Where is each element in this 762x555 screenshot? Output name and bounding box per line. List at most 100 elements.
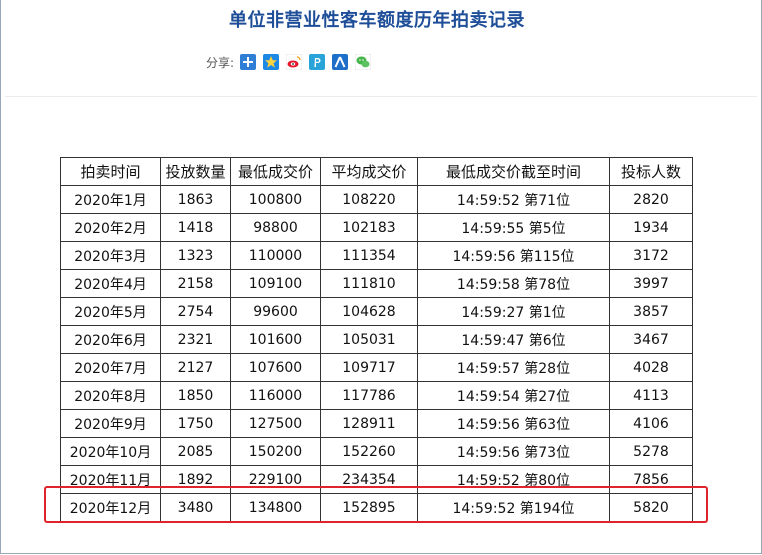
- table-cell: 1850: [160, 381, 231, 410]
- share-bar: 分享:: [206, 52, 378, 72]
- table-cell: 14:59:54 第27位: [417, 381, 610, 410]
- table-cell: 3480: [160, 493, 231, 522]
- table-cell: 3467: [609, 325, 693, 354]
- table-cell: 2158: [160, 269, 231, 298]
- table-cell: 110000: [230, 241, 321, 270]
- table-cell: 99600: [230, 297, 321, 326]
- table-cell: 2020年10月: [60, 437, 161, 466]
- pinterest-icon[interactable]: [309, 54, 326, 70]
- table-cell: 1892: [160, 465, 231, 494]
- table-cell: 2020年12月: [60, 493, 161, 522]
- header-divider: [5, 96, 757, 97]
- table-cell: 229100: [230, 465, 321, 494]
- column-header: 拍卖时间: [60, 157, 161, 186]
- table-cell: 111354: [320, 241, 418, 270]
- column-header: 最低成交价截至时间: [417, 157, 610, 186]
- table-cell: 109100: [230, 269, 321, 298]
- table-cell: 14:59:58 第78位: [417, 269, 610, 298]
- table-row: 2020年5月 2754 99600 104628 14:59:27 第1位 3…: [60, 297, 693, 326]
- page-frame: 单位非营业性客车额度历年拍卖记录 分享: 拍卖时间 投放数量 最低成交价 平均成…: [0, 0, 762, 554]
- table-cell: 117786: [320, 381, 418, 410]
- table-cell: 2020年5月: [60, 297, 161, 326]
- table-cell: 14:59:56 第63位: [417, 409, 610, 438]
- column-header: 投放数量: [160, 157, 231, 186]
- table-row: 2020年10月 2085 150200 152260 14:59:56 第73…: [60, 437, 693, 466]
- table-cell: 152895: [320, 493, 418, 522]
- wechat-icon[interactable]: [355, 54, 372, 70]
- table-row: 2020年3月 1323 110000 111354 14:59:56 第115…: [60, 241, 693, 270]
- table-cell: 1750: [160, 409, 231, 438]
- table-row: 2020年8月 1850 116000 117786 14:59:54 第27位…: [60, 381, 693, 410]
- table-row: 2020年9月 1750 127500 128911 14:59:56 第63位…: [60, 409, 693, 438]
- table-cell: 2020年8月: [60, 381, 161, 410]
- table-row: 2020年7月 2127 107600 109717 14:59:57 第28位…: [60, 353, 693, 382]
- column-header: 最低成交价: [230, 157, 321, 186]
- table-cell: 2020年7月: [60, 353, 161, 382]
- table-cell: 14:59:47 第6位: [417, 325, 610, 354]
- table-cell: 14:59:56 第115位: [417, 241, 610, 270]
- table-cell: 2020年11月: [60, 465, 161, 494]
- table-row: 2020年1月 1863 100800 108220 14:59:52 第71位…: [60, 185, 693, 214]
- table-cell: 3997: [609, 269, 693, 298]
- table-cell: 2020年4月: [60, 269, 161, 298]
- table-cell: 101600: [230, 325, 321, 354]
- table-cell: 2820: [609, 185, 693, 214]
- auction-table: 拍卖时间 投放数量 最低成交价 平均成交价 最低成交价截至时间 投标人数 202…: [60, 157, 693, 522]
- table-cell: 1323: [160, 241, 231, 270]
- table-cell: 116000: [230, 381, 321, 410]
- table-cell: 14:59:52 第71位: [417, 185, 610, 214]
- table-cell: 2754: [160, 297, 231, 326]
- column-header: 平均成交价: [320, 157, 418, 186]
- table-cell: 7856: [609, 465, 693, 494]
- table-cell: 3172: [609, 241, 693, 270]
- table-cell: 4106: [609, 409, 693, 438]
- table-cell: 128911: [320, 409, 418, 438]
- table-row: 2020年6月 2321 101600 105031 14:59:47 第6位 …: [60, 325, 693, 354]
- table-cell: 109717: [320, 353, 418, 382]
- table-cell: 14:59:52 第80位: [417, 465, 610, 494]
- table-cell: 1418: [160, 213, 231, 242]
- table-cell: 14:59:55 第5位: [417, 213, 610, 242]
- table-row-highlighted: 2020年12月 3480 134800 152895 14:59:52 第19…: [60, 493, 693, 522]
- table-cell: 4113: [609, 381, 693, 410]
- column-header: 投标人数: [609, 157, 693, 186]
- renren-icon[interactable]: [332, 54, 349, 70]
- table-cell: 152260: [320, 437, 418, 466]
- table-cell: 111810: [320, 269, 418, 298]
- table-cell: 2127: [160, 353, 231, 382]
- table-row: 2020年11月 1892 229100 234354 14:59:52 第80…: [60, 465, 693, 494]
- table-cell: 108220: [320, 185, 418, 214]
- table-cell: 127500: [230, 409, 321, 438]
- table-cell: 102183: [320, 213, 418, 242]
- table-cell: 5820: [609, 493, 693, 522]
- weibo-icon[interactable]: [286, 54, 303, 70]
- table-cell: 2020年6月: [60, 325, 161, 354]
- table-row: 2020年2月 1418 98800 102183 14:59:55 第5位 1…: [60, 213, 693, 242]
- table-cell: 14:59:57 第28位: [417, 353, 610, 382]
- table-cell: 2020年3月: [60, 241, 161, 270]
- table-cell: 2321: [160, 325, 231, 354]
- table-cell: 134800: [230, 493, 321, 522]
- table-cell: 14:59:27 第1位: [417, 297, 610, 326]
- table-cell: 14:59:56 第73位: [417, 437, 610, 466]
- table-cell: 2020年9月: [60, 409, 161, 438]
- table-cell: 2020年2月: [60, 213, 161, 242]
- table-cell: 1863: [160, 185, 231, 214]
- table-cell: 2085: [160, 437, 231, 466]
- page-title: 单位非营业性客车额度历年拍卖记录: [229, 10, 525, 31]
- qzone-plus-icon[interactable]: [240, 54, 257, 70]
- table-cell: 98800: [230, 213, 321, 242]
- share-label: 分享:: [206, 55, 235, 70]
- table-header-row: 拍卖时间 投放数量 最低成交价 平均成交价 最低成交价截至时间 投标人数: [60, 157, 693, 186]
- table-cell: 14:59:52 第194位: [417, 493, 610, 522]
- table-cell: 100800: [230, 185, 321, 214]
- qzone-star-icon[interactable]: [263, 54, 280, 70]
- table-cell: 150200: [230, 437, 321, 466]
- table-row: 2020年4月 2158 109100 111810 14:59:58 第78位…: [60, 269, 693, 298]
- table-cell: 4028: [609, 353, 693, 382]
- table-cell: 104628: [320, 297, 418, 326]
- table-cell: 1934: [609, 213, 693, 242]
- table-cell: 5278: [609, 437, 693, 466]
- table-cell: 105031: [320, 325, 418, 354]
- table-cell: 3857: [609, 297, 693, 326]
